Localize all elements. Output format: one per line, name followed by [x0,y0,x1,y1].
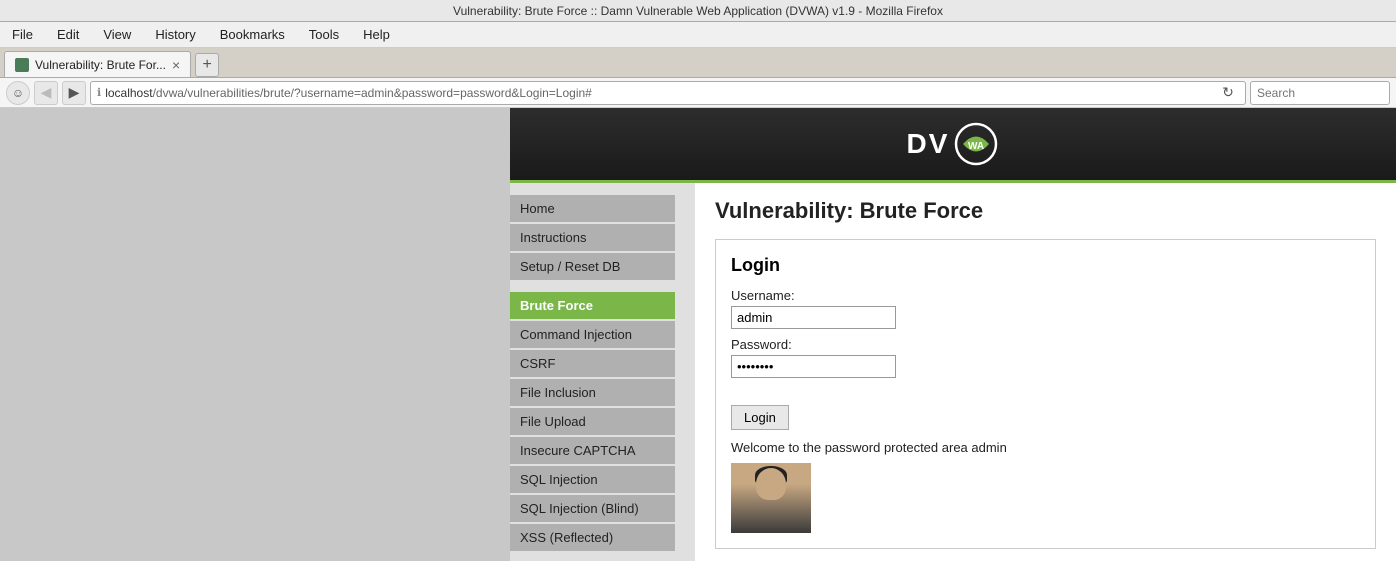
dvwa-content: DV WA Home Instructions Setup / Reset DB… [510,108,1396,561]
left-panel [0,108,510,561]
sidebar-divider [510,282,695,290]
sidebar-item-xss-reflected[interactable]: XSS (Reflected) [510,524,675,551]
tab-title: Vulnerability: Brute For... [35,58,166,72]
dvwa-header: DV WA [510,108,1396,183]
dvwa-logo: DV WA [907,121,1000,167]
avatar [731,463,811,533]
nav-bar: ☺ ◀ ▶ ℹ localhost/dvwa/vulnerabilities/b… [0,78,1396,108]
menu-file[interactable]: File [8,25,37,44]
search-input[interactable] [1250,81,1390,105]
sidebar-item-insecure-captcha[interactable]: Insecure CAPTCHA [510,437,675,464]
page-title: Vulnerability: Brute Force [715,198,1376,224]
profile-button[interactable]: ☺ [6,81,30,105]
menu-view[interactable]: View [99,25,135,44]
back-button[interactable]: ◀ [34,81,58,105]
window-title: Vulnerability: Brute Force :: Damn Vulne… [453,4,943,18]
dvwa-sidebar: Home Instructions Setup / Reset DB Brute… [510,183,695,561]
sidebar-item-command-injection[interactable]: Command Injection [510,321,675,348]
dvwa-main: Vulnerability: Brute Force Login Usernam… [695,183,1396,561]
sidebar-item-home[interactable]: Home [510,195,675,222]
username-label: Username: [731,288,1360,303]
sidebar-item-instructions[interactable]: Instructions [510,224,675,251]
url-security-icon: ℹ [97,86,101,99]
password-input[interactable] [731,355,896,378]
tab-bar: Vulnerability: Brute For... × + [0,48,1396,78]
password-label: Password: [731,337,1360,352]
login-button[interactable]: Login [731,405,789,430]
login-title: Login [731,255,1360,276]
dvwa-logo-circle-icon: WA [953,121,999,167]
refresh-button[interactable]: ↻ [1217,82,1239,104]
avatar-head [756,468,786,500]
menu-bar: File Edit View History Bookmarks Tools H… [0,22,1396,48]
menu-help[interactable]: Help [359,25,394,44]
menu-history[interactable]: History [151,25,199,44]
avatar-image [731,463,811,533]
svg-text:WA: WA [968,141,984,152]
browser-content: DV WA Home Instructions Setup / Reset DB… [0,108,1396,561]
dvwa-logo-text: DV [907,128,950,160]
sidebar-item-sql-injection[interactable]: SQL Injection [510,466,675,493]
url-path: /dvwa/vulnerabilities/brute/?username=ad… [153,86,592,100]
welcome-message: Welcome to the password protected area a… [731,440,1360,455]
title-bar: Vulnerability: Brute Force :: Damn Vulne… [0,0,1396,22]
sidebar-item-file-upload[interactable]: File Upload [510,408,675,435]
username-input[interactable] [731,306,896,329]
tab-close-button[interactable]: × [172,57,180,73]
sidebar-item-csrf[interactable]: CSRF [510,350,675,377]
sidebar-item-setup[interactable]: Setup / Reset DB [510,253,675,280]
url-bar[interactable]: ℹ localhost/dvwa/vulnerabilities/brute/?… [90,81,1246,105]
browser-tab[interactable]: Vulnerability: Brute For... × [4,51,191,77]
login-content-box: Login Username: Password: Login Welcome … [715,239,1376,549]
url-text: localhost/dvwa/vulnerabilities/brute/?us… [105,86,1213,100]
sidebar-item-file-inclusion[interactable]: File Inclusion [510,379,675,406]
forward-button[interactable]: ▶ [62,81,86,105]
menu-bookmarks[interactable]: Bookmarks [216,25,289,44]
dvwa-body: Home Instructions Setup / Reset DB Brute… [510,183,1396,561]
sidebar-item-sql-injection-blind[interactable]: SQL Injection (Blind) [510,495,675,522]
tab-favicon [15,58,29,72]
sidebar-item-brute-force[interactable]: Brute Force [510,292,675,319]
url-host: localhost [105,86,152,100]
new-tab-button[interactable]: + [195,53,219,77]
menu-edit[interactable]: Edit [53,25,83,44]
menu-tools[interactable]: Tools [305,25,343,44]
